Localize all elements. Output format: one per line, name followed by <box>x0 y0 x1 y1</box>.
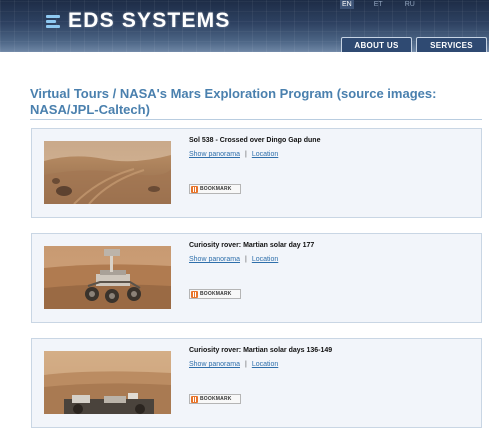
tour-links: Show panorama | Location <box>189 256 278 263</box>
show-panorama-link[interactable]: Show panorama <box>189 361 240 368</box>
bookmark-label: BOOKMARK <box>200 291 232 297</box>
nav-services[interactable]: SERVICES <box>416 37 487 52</box>
lang-ru[interactable]: RU <box>403 0 417 9</box>
site-logo[interactable]: EDS SYSTEMS <box>46 8 231 34</box>
link-separator: | <box>244 151 247 158</box>
bookmark-icon <box>191 185 198 193</box>
bookmark-button[interactable]: BOOKMARK <box>189 289 241 299</box>
bookmark-icon <box>191 395 198 403</box>
bookmark-label: BOOKMARK <box>200 396 232 402</box>
tour-thumbnail-curiosity-177[interactable] <box>44 246 171 309</box>
location-link[interactable]: Location <box>252 151 278 158</box>
lang-en[interactable]: EN <box>340 0 354 9</box>
location-link[interactable]: Location <box>252 256 278 263</box>
tour-thumbnail-dingo-gap[interactable] <box>44 141 171 204</box>
link-separator: | <box>244 256 247 263</box>
logo-icon <box>46 11 62 31</box>
link-separator: | <box>244 361 247 368</box>
logo-text: EDS SYSTEMS <box>68 9 231 32</box>
bookmark-button[interactable]: BOOKMARK <box>189 184 241 194</box>
page-title: Virtual Tours / NASA's Mars Exploration … <box>30 86 437 117</box>
show-panorama-link[interactable]: Show panorama <box>189 151 240 158</box>
tour-links: Show panorama | Location <box>189 361 278 368</box>
tour-title: Curiosity rover: Martian solar days 136-… <box>189 347 333 354</box>
lang-et[interactable]: ET <box>372 0 385 9</box>
bookmark-button[interactable]: BOOKMARK <box>189 394 241 404</box>
tour-title: Curiosity rover: Martian solar day 177 <box>189 242 315 249</box>
location-link[interactable]: Location <box>252 361 278 368</box>
bookmark-label: BOOKMARK <box>200 186 232 192</box>
tour-card: Curiosity rover: Martian solar day 177 S… <box>31 233 482 323</box>
tour-title: Sol 538 - Crossed over Dingo Gap dune <box>189 137 321 144</box>
tour-links: Show panorama | Location <box>189 151 278 158</box>
nav-about-us[interactable]: ABOUT US <box>341 37 412 52</box>
title-divider <box>30 119 482 120</box>
site-header: EDS SYSTEMS EN ET RU ABOUT US SERVICES <box>0 0 489 52</box>
show-panorama-link[interactable]: Show panorama <box>189 256 240 263</box>
tour-thumbnail-curiosity-136-149[interactable] <box>44 351 171 414</box>
language-switcher: EN ET RU <box>340 0 417 9</box>
tour-card: Sol 538 - Crossed over Dingo Gap dune Sh… <box>31 128 482 218</box>
tour-card: Curiosity rover: Martian solar days 136-… <box>31 338 482 428</box>
bookmark-icon <box>191 290 198 298</box>
